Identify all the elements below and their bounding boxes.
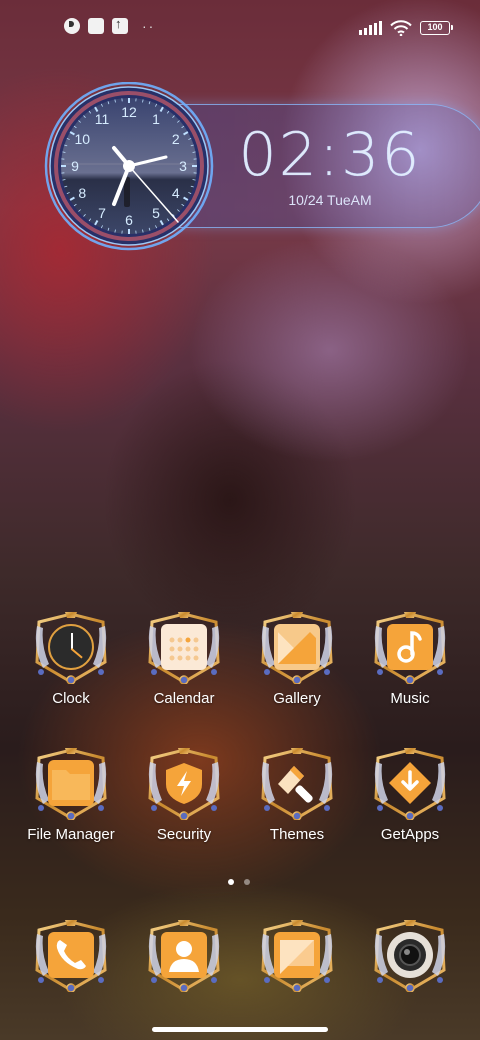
app-getapps[interactable]: GetApps — [354, 748, 466, 843]
music-icon[interactable] — [374, 612, 446, 684]
camera-icon[interactable] — [374, 920, 446, 992]
clock-dial-number: 8 — [78, 185, 86, 201]
wifi-icon — [390, 20, 412, 36]
clock-dial-number: 7 — [98, 205, 106, 221]
clock-dial-number: 5 — [152, 205, 160, 221]
app-clock[interactable]: Clock — [15, 612, 127, 707]
clock-dial-number: 9 — [71, 158, 79, 174]
battery-level: 100 — [427, 22, 443, 32]
dock-messages[interactable] — [241, 920, 353, 992]
status-bar-notifications: ·· — [64, 16, 156, 34]
app-label: Gallery — [273, 690, 321, 707]
app-security[interactable]: Security — [128, 748, 240, 843]
app-themes[interactable]: Themes — [241, 748, 353, 843]
dock-phone[interactable] — [15, 920, 127, 992]
clock-dial-number: 4 — [172, 185, 180, 201]
app-label: Music — [390, 690, 430, 707]
clock-widget[interactable]: 02:36 10/24 TueAM 12 1 2 3 4 5 6 7 8 9 10 11 — [44, 82, 480, 251]
app-gallery[interactable]: Gallery — [241, 612, 353, 707]
notification-app-icon — [64, 18, 80, 34]
folder-icon[interactable] — [35, 748, 107, 820]
page-indicator[interactable] — [228, 879, 250, 885]
upload-icon — [112, 16, 128, 34]
gallery-icon[interactable] — [261, 612, 333, 684]
security-shield-icon[interactable] — [148, 748, 220, 820]
messages-icon[interactable] — [261, 920, 333, 992]
clock-dial-number: 11 — [95, 111, 110, 127]
battery-icon: 100 — [420, 21, 453, 35]
clock-dial-number: 10 — [74, 131, 90, 147]
page-dot-2[interactable] — [244, 879, 250, 885]
page-dot-1[interactable] — [228, 879, 234, 885]
signal-icon — [359, 21, 382, 35]
digital-time: 02:36 — [238, 120, 422, 190]
dock-contacts[interactable] — [128, 920, 240, 992]
clock-dial-number: 6 — [125, 212, 133, 228]
app-music[interactable]: Music — [354, 612, 466, 707]
clock-dial-number: 2 — [172, 131, 180, 147]
themes-brush-icon[interactable] — [261, 748, 333, 820]
clock-icon[interactable] — [35, 612, 107, 684]
app-label: Calendar — [153, 690, 215, 707]
app-label: Clock — [52, 690, 90, 707]
clock-dial-number: 1 — [152, 111, 160, 127]
app-label: Security — [156, 826, 212, 843]
notification-square-icon — [88, 18, 104, 34]
clock-dial-number: 3 — [179, 158, 187, 174]
home-gesture-bar[interactable] — [152, 1027, 328, 1032]
status-bar: ·· 100 — [0, 16, 480, 40]
clock-dial-number: 12 — [121, 104, 137, 120]
app-file-manager[interactable]: File Manager — [15, 748, 127, 843]
analog-clock: 12 12 3 45 6 78 9 10 11 — [44, 82, 214, 251]
dock-camera[interactable] — [354, 920, 466, 992]
digital-date: 10/24 TueAM — [288, 192, 372, 208]
app-label: GetApps — [380, 826, 440, 843]
calendar-icon[interactable] — [148, 612, 220, 684]
status-bar-system: 100 — [359, 20, 453, 36]
getapps-download-icon[interactable] — [374, 748, 446, 820]
app-calendar[interactable]: Calendar — [128, 612, 240, 707]
contacts-icon[interactable] — [148, 920, 220, 992]
app-label: File Manager — [27, 826, 115, 843]
app-label: Themes — [269, 826, 325, 843]
phone-icon[interactable] — [35, 920, 107, 992]
more-dots-icon: ·· — [142, 18, 156, 34]
